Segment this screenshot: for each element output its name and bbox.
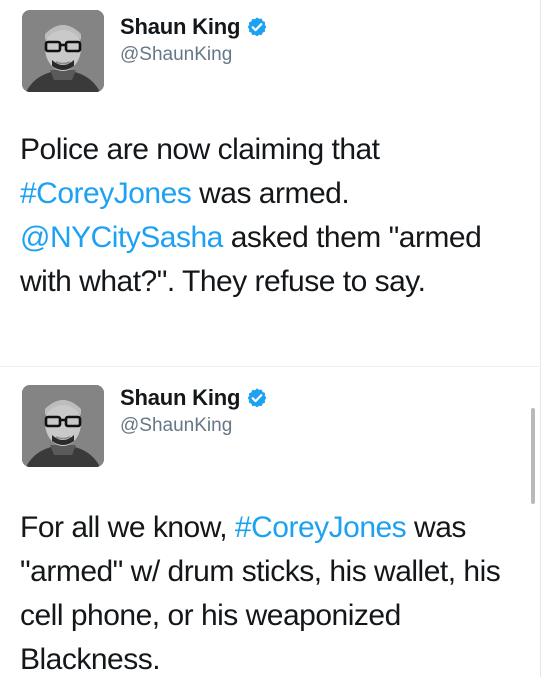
tweet-text: Police are now claiming that #CoreyJones… xyxy=(20,128,525,304)
verified-badge-icon xyxy=(246,387,268,409)
hashtag-link[interactable]: #CoreyJones xyxy=(20,177,192,210)
avatar[interactable] xyxy=(22,385,104,467)
tweet-text-segment: was armed. xyxy=(191,177,350,210)
avatar-photo-icon xyxy=(22,10,104,92)
author-row: Shaun King xyxy=(120,12,268,42)
scrollbar[interactable] xyxy=(531,408,535,504)
avatar[interactable] xyxy=(22,10,104,92)
tweet-divider xyxy=(0,366,541,367)
tweet[interactable]: Shaun King @ShaunKing Police are now cla… xyxy=(0,0,541,365)
hashtag-link[interactable]: #CoreyJones xyxy=(235,511,407,544)
tweet[interactable]: Shaun King @ShaunKing For all we know, #… xyxy=(0,375,541,677)
tweet-text-segment: Police are now claiming that xyxy=(20,133,380,166)
author-handle[interactable]: @ShaunKing xyxy=(120,44,232,66)
author-row: Shaun King xyxy=(120,383,268,413)
avatar-photo-icon xyxy=(22,385,104,467)
author-name[interactable]: Shaun King xyxy=(120,385,240,411)
tweet-text-segment: For all we know, xyxy=(20,511,235,544)
author-handle[interactable]: @ShaunKing xyxy=(120,415,232,437)
author-name[interactable]: Shaun King xyxy=(120,14,240,40)
tweet-text: For all we know, #CoreyJones was "armed"… xyxy=(20,506,525,682)
mention-link[interactable]: @NYCitySasha xyxy=(20,221,223,254)
verified-badge-icon xyxy=(246,16,268,38)
